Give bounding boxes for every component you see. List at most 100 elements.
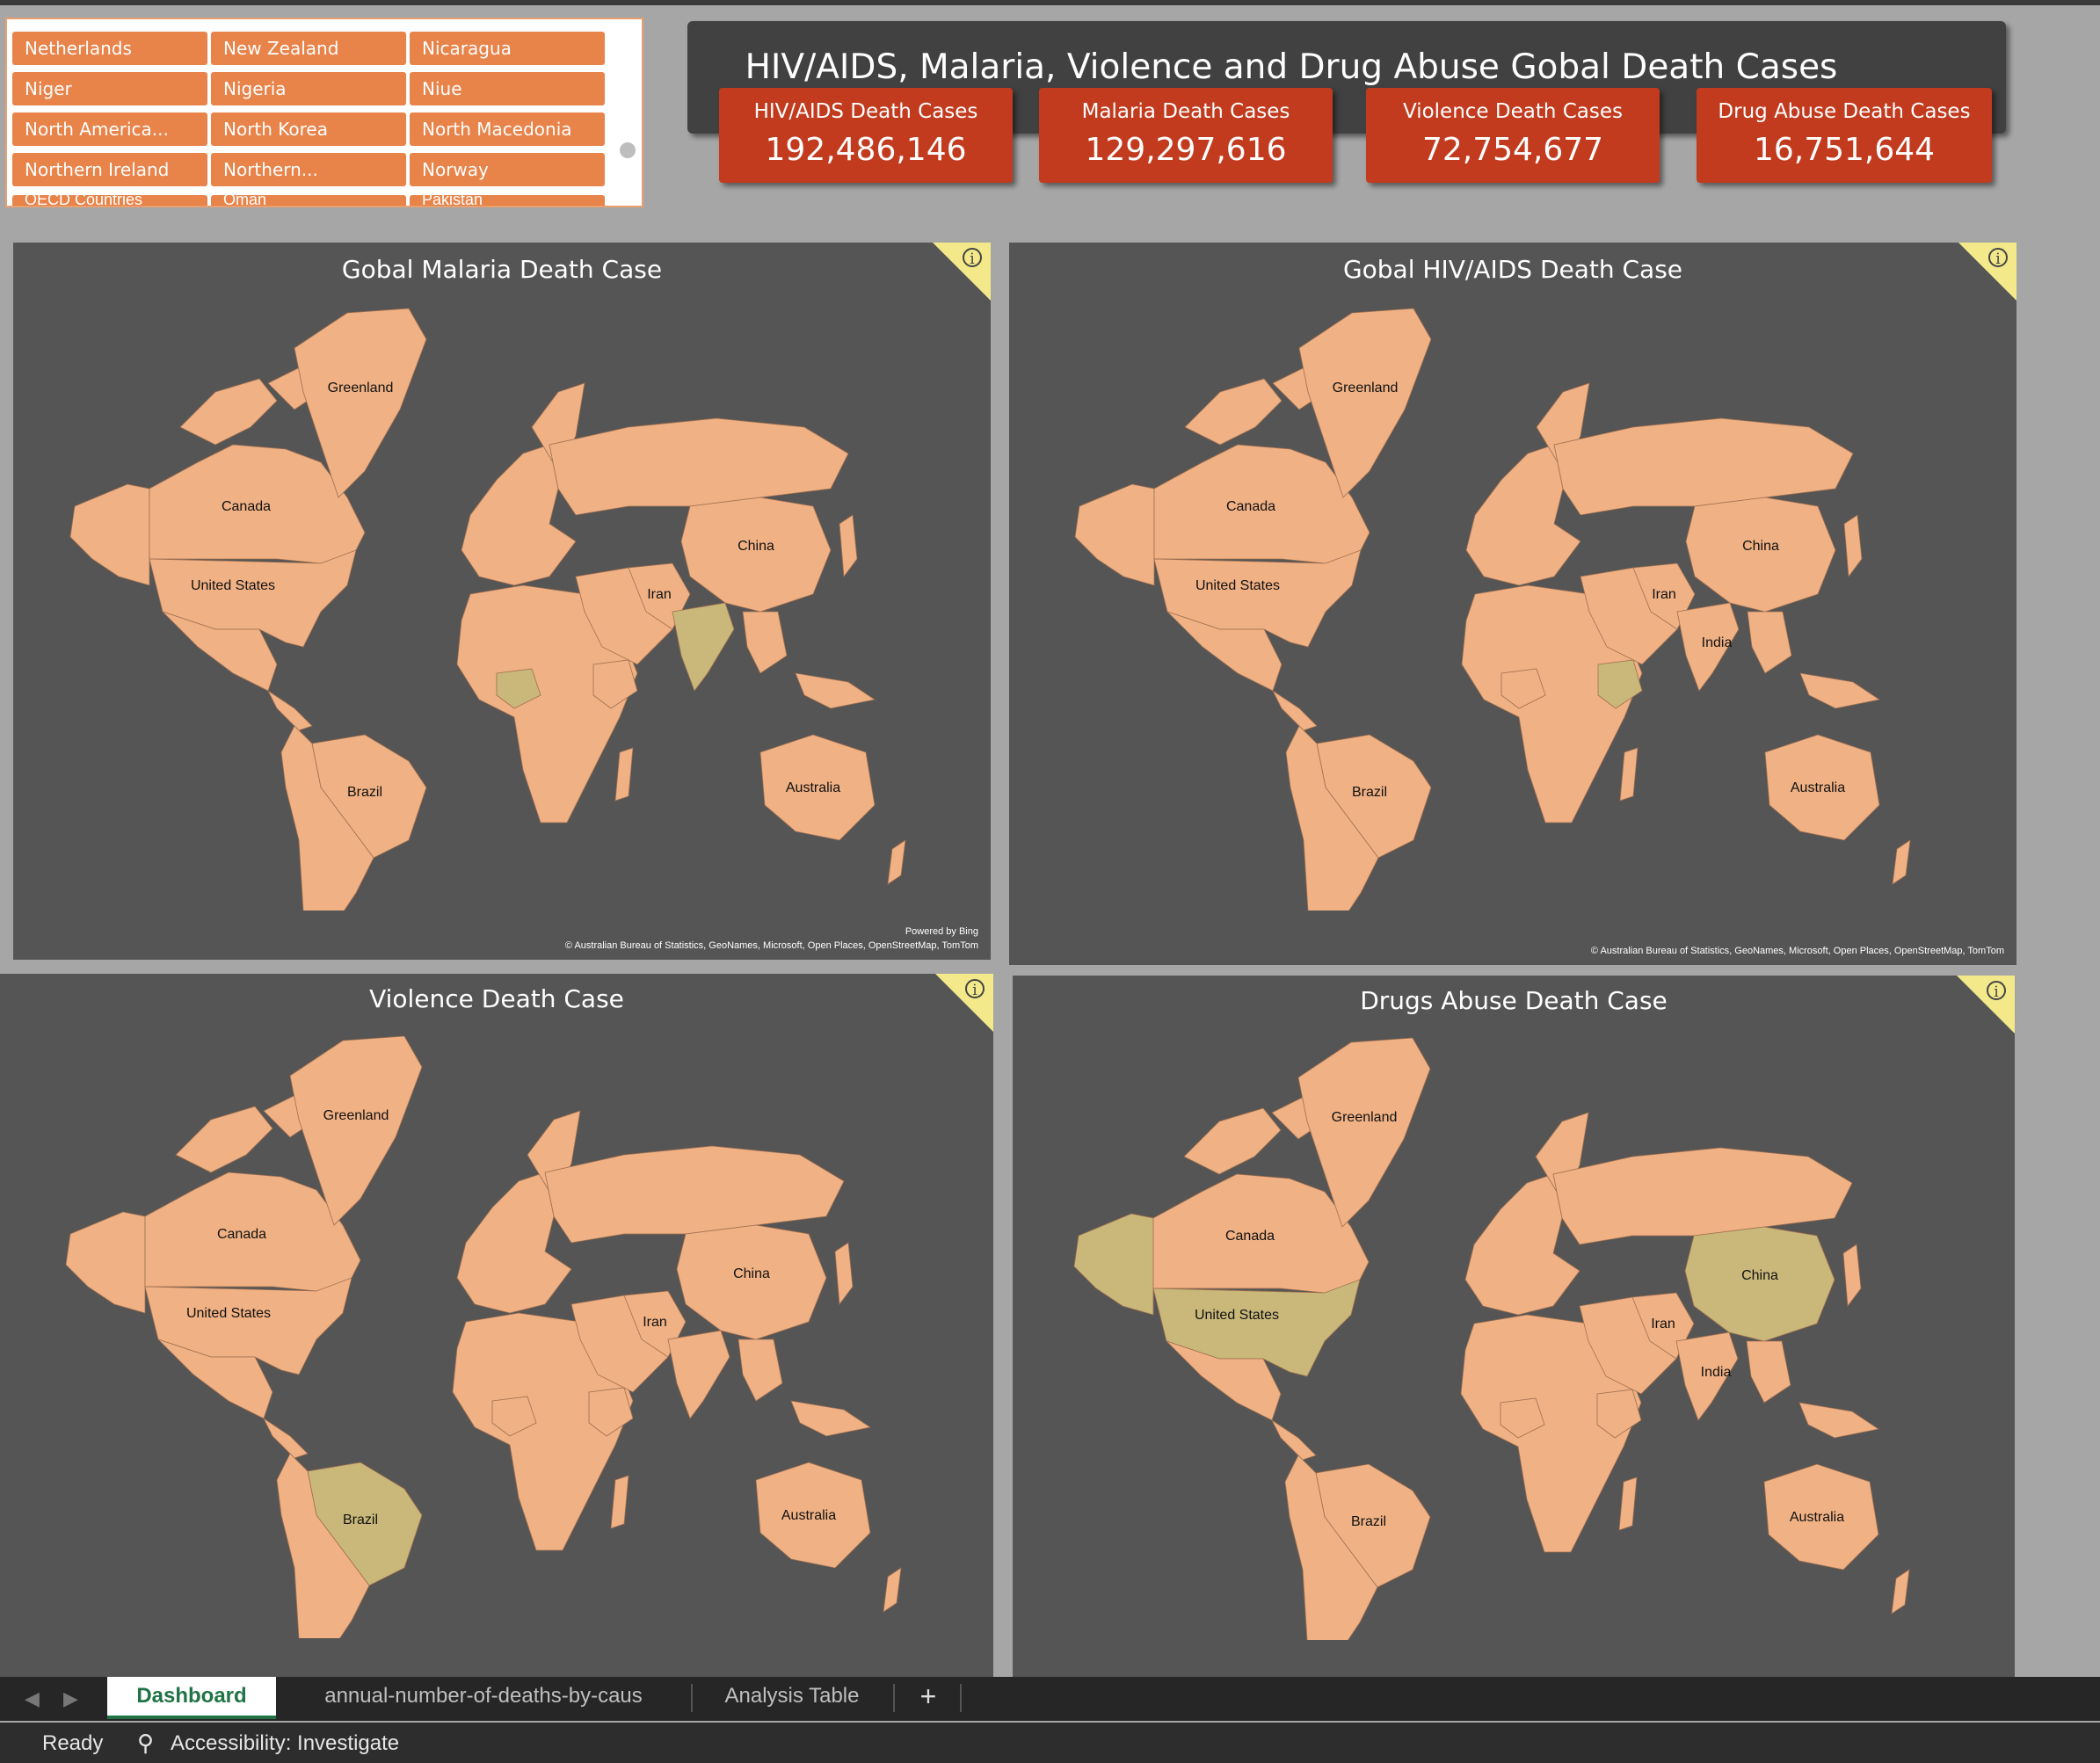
accessibility-icon[interactable]: ⚲ [137, 1730, 154, 1757]
region-centralam[interactable] [1270, 1418, 1317, 1461]
world-map[interactable]: Greenland Canada United States Brazil Iran Ch… [44, 1023, 941, 1638]
region-china[interactable] [676, 1224, 827, 1340]
map-label: Greenland [323, 1108, 389, 1123]
slicer-item[interactable]: Northern... [211, 153, 406, 186]
info-corner [933, 243, 991, 301]
region-japan[interactable] [1843, 514, 1863, 578]
map-label: China [733, 1266, 770, 1281]
map-chart-malaria[interactable]: Gobal Malaria Death Case i Greenland Cana… [13, 243, 991, 960]
tab-analysis-table[interactable]: Analysis Table [703, 1677, 881, 1716]
world-map[interactable]: Greenland Canada United States Brazil Iran In… [1062, 295, 1941, 911]
region-nz[interactable] [887, 839, 906, 885]
add-sheet-button[interactable]: + [902, 1677, 955, 1716]
map-label: Greenland [1333, 381, 1399, 395]
region-china[interactable] [680, 497, 832, 613]
map-chart-drug-abuse[interactable]: Drugs Abuse Death Case i Greenland Canada… [1013, 976, 2015, 1677]
kpi-label: Violence Death Cases [1402, 100, 1624, 123]
map-svg[interactable]: Greenland Canada United States Brazil Iran In… [1062, 295, 1941, 911]
region-seasia[interactable] [738, 1339, 872, 1437]
region-india[interactable] [667, 1330, 730, 1419]
region-centralam[interactable] [1271, 689, 1318, 731]
slicer-item[interactable]: Niue [410, 72, 605, 105]
region-russia[interactable] [1552, 1147, 1853, 1245]
region-alaska[interactable] [1074, 483, 1155, 586]
region-arctic[interactable] [179, 365, 322, 446]
slicer-item[interactable]: Netherlands [12, 32, 207, 65]
region-nz[interactable] [1892, 839, 1911, 885]
region-seasia[interactable] [1746, 1340, 1880, 1439]
status-bar: Ready ⚲ Accessibility: Investigate [0, 1723, 2100, 1763]
info-icon[interactable]: i [1987, 981, 2006, 1001]
region-madagascar[interactable] [1619, 747, 1639, 802]
slicer-item[interactable]: Nigeria [211, 72, 406, 105]
info-icon[interactable]: i [1988, 248, 2008, 268]
world-map[interactable]: Greenland Canada United States Brazil Iran In… [1061, 1025, 1940, 1640]
slicer-item[interactable]: Northern Ireland [12, 153, 207, 186]
kpi-value: 192,486,146 [765, 132, 967, 168]
map-label: Iran [1651, 1317, 1675, 1331]
region-alaska[interactable] [65, 1211, 146, 1314]
map-svg[interactable]: Greenland Canada United States Brazil Iran Ch… [44, 1023, 941, 1638]
region-alaska[interactable] [69, 483, 150, 586]
region-russia[interactable] [1553, 417, 1854, 516]
tab-annual-deaths[interactable]: annual-number-of-deaths-by-caus [294, 1677, 673, 1716]
region-centralam[interactable] [266, 689, 313, 731]
region-arctic[interactable] [1183, 1094, 1326, 1175]
map-label: Canada [222, 499, 271, 514]
map-title: Gobal HIV/AIDS Death Case [1342, 255, 1683, 284]
powered-by: Powered by Bing [905, 926, 978, 937]
region-centralam[interactable] [262, 1417, 309, 1459]
country-slicer[interactable]: Netherlands New Zealand Nicaragua Niger … [5, 18, 643, 207]
slicer-item-partial[interactable]: OECD Countries [12, 195, 207, 206]
region-madagascar[interactable] [614, 747, 634, 802]
slicer-item-partial[interactable]: Oman [211, 195, 406, 206]
region-japan[interactable] [839, 514, 858, 578]
region-alaska[interactable] [1073, 1213, 1154, 1316]
map-chart-violence[interactable]: Violence Death Case i Greenland Canada Uni… [0, 974, 993, 1677]
info-icon[interactable]: i [965, 979, 985, 999]
region-russia[interactable] [544, 1145, 845, 1244]
map-chart-hiv[interactable]: Gobal HIV/AIDS Death Case i Greenland Can… [1009, 243, 2016, 965]
map-title: Drugs Abuse Death Case [1360, 986, 1668, 1015]
slicer-item[interactable]: Niger [12, 72, 207, 105]
slicer-item[interactable]: Nicaragua [410, 32, 605, 65]
region-nz[interactable] [883, 1567, 902, 1613]
region-japan[interactable] [1842, 1244, 1862, 1308]
region-japan[interactable] [834, 1242, 854, 1306]
region-madagascar[interactable] [1618, 1476, 1638, 1531]
accessibility-status[interactable]: Accessibility: Investigate [171, 1731, 399, 1756]
map-svg[interactable]: Greenland Canada United States Brazil Iran In… [1061, 1025, 1940, 1640]
region-seasia[interactable] [1747, 611, 1881, 709]
world-map[interactable]: Greenland Canada United States Brazil Iran Ch… [48, 295, 945, 911]
map-label: Iran [1652, 587, 1676, 602]
sheet-tab-bar: ◀ ▶ Dashboard annual-number-of-deaths-by… [0, 1677, 2100, 1721]
region-arctic[interactable] [175, 1092, 317, 1173]
map-label: Canada [1226, 499, 1275, 514]
map-label: United States [1195, 1308, 1279, 1323]
info-corner [1957, 976, 2015, 1034]
slicer-item[interactable]: North Macedonia [410, 112, 605, 146]
info-icon[interactable]: i [963, 248, 982, 268]
region-madagascar[interactable] [610, 1475, 629, 1529]
region-china[interactable] [1685, 497, 1836, 613]
map-label: Canada [217, 1227, 266, 1242]
slicer-scrollbar[interactable] [620, 142, 636, 158]
region-china[interactable] [1684, 1226, 1835, 1342]
map-label: Iran [643, 1315, 667, 1330]
region-nz[interactable] [1891, 1569, 1910, 1614]
slicer-item[interactable]: Norway [410, 153, 605, 186]
kpi-label: Drug Abuse Death Cases [1718, 100, 1971, 123]
slicer-item[interactable]: North Korea [211, 112, 406, 146]
region-seasia[interactable] [742, 611, 876, 709]
region-arctic[interactable] [1184, 365, 1326, 446]
slicer-item[interactable]: New Zealand [211, 32, 406, 65]
map-svg[interactable]: Greenland Canada United States Brazil Iran Ch… [48, 295, 945, 911]
tab-dashboard[interactable]: Dashboard [107, 1677, 276, 1719]
slicer-item[interactable]: North America... [12, 112, 207, 146]
next-sheet-icon[interactable]: ▶ [63, 1687, 78, 1710]
region-india[interactable] [672, 602, 735, 692]
region-russia[interactable] [549, 417, 849, 516]
prev-sheet-icon[interactable]: ◀ [25, 1687, 40, 1710]
map-label: India [1701, 1365, 1732, 1380]
slicer-item-partial[interactable]: Pakistan [410, 195, 605, 206]
